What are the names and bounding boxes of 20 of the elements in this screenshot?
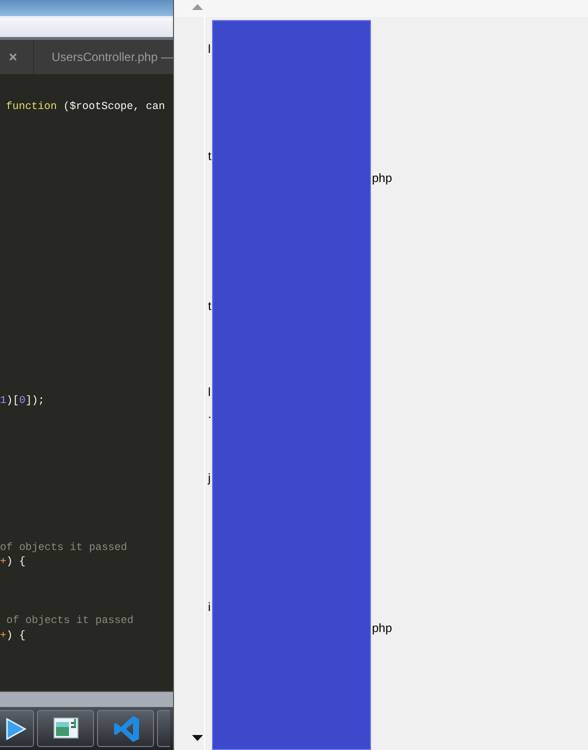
file-name[interactable]: t <box>208 299 212 314</box>
code-line: function ($rootScope, can <box>5 100 165 114</box>
code-line: of objects it passed <box>5 614 134 629</box>
file-name[interactable]: t <box>208 149 212 164</box>
code-line: of objects it passed <box>0 540 128 556</box>
taskbar-button[interactable] <box>0 710 34 747</box>
file-extension[interactable]: php <box>372 620 392 635</box>
code-line: +) { <box>0 628 26 644</box>
file-name[interactable]: . <box>208 406 212 421</box>
scroll-down-icon[interactable] <box>192 735 203 741</box>
close-icon[interactable] <box>8 53 17 61</box>
file-name[interactable]: l <box>208 42 211 56</box>
code-line: +) { <box>0 555 26 570</box>
file-name[interactable]: j <box>208 470 211 485</box>
file-name[interactable]: i <box>208 600 211 614</box>
taskbar-button[interactable] <box>37 710 94 747</box>
code-line: 1)[0]); <box>0 394 45 408</box>
file-name[interactable]: l <box>208 385 211 400</box>
file-extension[interactable]: php <box>372 170 392 185</box>
scroll-up-icon[interactable] <box>192 4 203 10</box>
